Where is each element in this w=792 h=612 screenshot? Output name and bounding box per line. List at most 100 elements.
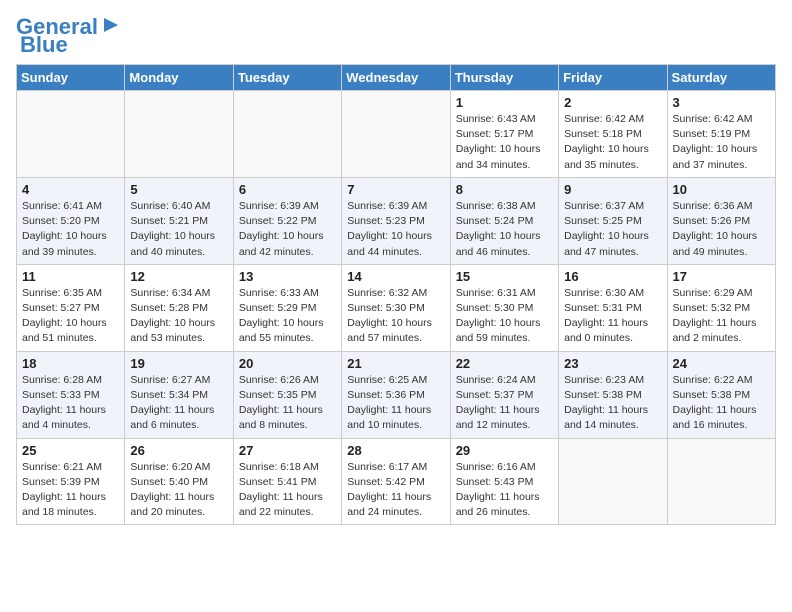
- day-info: Sunrise: 6:24 AM Sunset: 5:37 PM Dayligh…: [456, 373, 553, 434]
- day-info: Sunrise: 6:30 AM Sunset: 5:31 PM Dayligh…: [564, 286, 661, 347]
- table-row: 6Sunrise: 6:39 AM Sunset: 5:22 PM Daylig…: [233, 177, 341, 264]
- table-row: 8 Sunrise: 6:38 AM Sunset: 5:24 PM Daylig…: [450, 177, 558, 264]
- table-row: 27 Sunrise: 6:18 AM Sunset: 5:41 PM Dayli…: [233, 438, 341, 525]
- table-row: [233, 91, 341, 178]
- table-row: 14 Sunrise: 6:32 AM Sunset: 5:30 PM Dayli…: [342, 264, 450, 351]
- table-row: 22 Sunrise: 6:24 AM Sunset: 5:37 PM Dayli…: [450, 351, 558, 438]
- day-info: Sunrise: 6:27 AM Sunset: 5:34 PM Dayligh…: [130, 373, 227, 434]
- day-info: Sunrise: 6:36 AM Sunset: 5:26 PM Dayligh…: [673, 199, 770, 260]
- day-info: Sunrise: 6:39 AM Sunset: 5:23 PM Dayligh…: [347, 199, 444, 260]
- day-info: Sunrise: 6:31 AM Sunset: 5:30 PM Dayligh…: [456, 286, 553, 347]
- day-number: 26: [130, 443, 227, 458]
- table-row: 13 Sunrise: 6:33 AM Sunset: 5:29 PM Dayli…: [233, 264, 341, 351]
- calendar-header-thursday: Thursday: [450, 65, 558, 91]
- table-row: 15 Sunrise: 6:31 AM Sunset: 5:30 PM Dayli…: [450, 264, 558, 351]
- logo: General Blue: [16, 16, 122, 56]
- day-info: Sunrise: 6:33 AM Sunset: 5:29 PM Dayligh…: [239, 286, 336, 347]
- calendar-week-row: 1Sunrise: 6:43 AM Sunset: 5:17 PM Daylig…: [17, 91, 776, 178]
- table-row: [559, 438, 667, 525]
- day-number: 4: [22, 182, 119, 197]
- table-row: 17 Sunrise: 6:29 AM Sunset: 5:32 PM Dayli…: [667, 264, 775, 351]
- day-number: 24: [673, 356, 770, 371]
- table-row: 28Sunrise: 6:17 AM Sunset: 5:42 PM Dayli…: [342, 438, 450, 525]
- table-row: 11 Sunrise: 6:35 AM Sunset: 5:27 PM Dayli…: [17, 264, 125, 351]
- day-info: Sunrise: 6:25 AM Sunset: 5:36 PM Dayligh…: [347, 373, 444, 434]
- logo-text-blue: Blue: [16, 34, 68, 56]
- day-number: 16: [564, 269, 661, 284]
- day-number: 8: [456, 182, 553, 197]
- day-number: 14: [347, 269, 444, 284]
- calendar-header-friday: Friday: [559, 65, 667, 91]
- table-row: [342, 91, 450, 178]
- day-number: 25: [22, 443, 119, 458]
- table-row: 19 Sunrise: 6:27 AM Sunset: 5:34 PM Dayli…: [125, 351, 233, 438]
- day-number: 28: [347, 443, 444, 458]
- day-number: 27: [239, 443, 336, 458]
- day-number: 11: [22, 269, 119, 284]
- day-number: 23: [564, 356, 661, 371]
- calendar-week-row: 11 Sunrise: 6:35 AM Sunset: 5:27 PM Dayli…: [17, 264, 776, 351]
- day-info: Sunrise: 6:16 AM Sunset: 5:43 PM Dayligh…: [456, 460, 553, 521]
- day-number: 17: [673, 269, 770, 284]
- table-row: 12 Sunrise: 6:34 AM Sunset: 5:28 PM Dayli…: [125, 264, 233, 351]
- table-row: 9 Sunrise: 6:37 AM Sunset: 5:25 PM Daylig…: [559, 177, 667, 264]
- table-row: 23 Sunrise: 6:23 AM Sunset: 5:38 PM Dayli…: [559, 351, 667, 438]
- day-info: Sunrise: 6:42 AM Sunset: 5:19 PM Dayligh…: [673, 112, 770, 173]
- day-info: Sunrise: 6:22 AM Sunset: 5:38 PM Dayligh…: [673, 373, 770, 434]
- table-row: 20Sunrise: 6:26 AM Sunset: 5:35 PM Dayli…: [233, 351, 341, 438]
- day-number: 18: [22, 356, 119, 371]
- day-info: Sunrise: 6:42 AM Sunset: 5:18 PM Dayligh…: [564, 112, 661, 173]
- day-number: 6: [239, 182, 336, 197]
- day-number: 7: [347, 182, 444, 197]
- table-row: [667, 438, 775, 525]
- page-header: General Blue: [16, 16, 776, 56]
- table-row: 1Sunrise: 6:43 AM Sunset: 5:17 PM Daylig…: [450, 91, 558, 178]
- day-info: Sunrise: 6:32 AM Sunset: 5:30 PM Dayligh…: [347, 286, 444, 347]
- calendar-header-monday: Monday: [125, 65, 233, 91]
- table-row: [125, 91, 233, 178]
- table-row: 18 Sunrise: 6:28 AM Sunset: 5:33 PM Dayli…: [17, 351, 125, 438]
- day-info: Sunrise: 6:38 AM Sunset: 5:24 PM Dayligh…: [456, 199, 553, 260]
- day-number: 13: [239, 269, 336, 284]
- day-info: Sunrise: 6:37 AM Sunset: 5:25 PM Dayligh…: [564, 199, 661, 260]
- day-info: Sunrise: 6:41 AM Sunset: 5:20 PM Dayligh…: [22, 199, 119, 260]
- day-number: 22: [456, 356, 553, 371]
- table-row: 10 Sunrise: 6:36 AM Sunset: 5:26 PM Dayli…: [667, 177, 775, 264]
- day-info: Sunrise: 6:18 AM Sunset: 5:41 PM Dayligh…: [239, 460, 336, 521]
- day-number: 15: [456, 269, 553, 284]
- table-row: 29 Sunrise: 6:16 AM Sunset: 5:43 PM Dayli…: [450, 438, 558, 525]
- table-row: 21 Sunrise: 6:25 AM Sunset: 5:36 PM Dayli…: [342, 351, 450, 438]
- day-number: 1: [456, 95, 553, 110]
- table-row: 4 Sunrise: 6:41 AM Sunset: 5:20 PM Daylig…: [17, 177, 125, 264]
- calendar-table: SundayMondayTuesdayWednesdayThursdayFrid…: [16, 64, 776, 525]
- day-info: Sunrise: 6:23 AM Sunset: 5:38 PM Dayligh…: [564, 373, 661, 434]
- calendar-header-tuesday: Tuesday: [233, 65, 341, 91]
- day-info: Sunrise: 6:29 AM Sunset: 5:32 PM Dayligh…: [673, 286, 770, 347]
- day-info: Sunrise: 6:20 AM Sunset: 5:40 PM Dayligh…: [130, 460, 227, 521]
- day-info: Sunrise: 6:21 AM Sunset: 5:39 PM Dayligh…: [22, 460, 119, 521]
- day-number: 19: [130, 356, 227, 371]
- logo-arrow-icon: [100, 14, 122, 36]
- day-info: Sunrise: 6:28 AM Sunset: 5:33 PM Dayligh…: [22, 373, 119, 434]
- calendar-header-sunday: Sunday: [17, 65, 125, 91]
- day-info: Sunrise: 6:35 AM Sunset: 5:27 PM Dayligh…: [22, 286, 119, 347]
- calendar-header-row: SundayMondayTuesdayWednesdayThursdayFrid…: [17, 65, 776, 91]
- table-row: 26 Sunrise: 6:20 AM Sunset: 5:40 PM Dayli…: [125, 438, 233, 525]
- table-row: 24 Sunrise: 6:22 AM Sunset: 5:38 PM Dayli…: [667, 351, 775, 438]
- table-row: [17, 91, 125, 178]
- day-number: 12: [130, 269, 227, 284]
- table-row: 5Sunrise: 6:40 AM Sunset: 5:21 PM Daylig…: [125, 177, 233, 264]
- day-number: 3: [673, 95, 770, 110]
- day-number: 29: [456, 443, 553, 458]
- day-info: Sunrise: 6:34 AM Sunset: 5:28 PM Dayligh…: [130, 286, 227, 347]
- table-row: 25 Sunrise: 6:21 AM Sunset: 5:39 PM Dayli…: [17, 438, 125, 525]
- day-info: Sunrise: 6:40 AM Sunset: 5:21 PM Dayligh…: [130, 199, 227, 260]
- day-number: 21: [347, 356, 444, 371]
- day-number: 9: [564, 182, 661, 197]
- calendar-week-row: 25 Sunrise: 6:21 AM Sunset: 5:39 PM Dayli…: [17, 438, 776, 525]
- day-number: 20: [239, 356, 336, 371]
- day-number: 2: [564, 95, 661, 110]
- calendar-week-row: 4 Sunrise: 6:41 AM Sunset: 5:20 PM Daylig…: [17, 177, 776, 264]
- table-row: 2 Sunrise: 6:42 AM Sunset: 5:18 PM Daylig…: [559, 91, 667, 178]
- day-number: 10: [673, 182, 770, 197]
